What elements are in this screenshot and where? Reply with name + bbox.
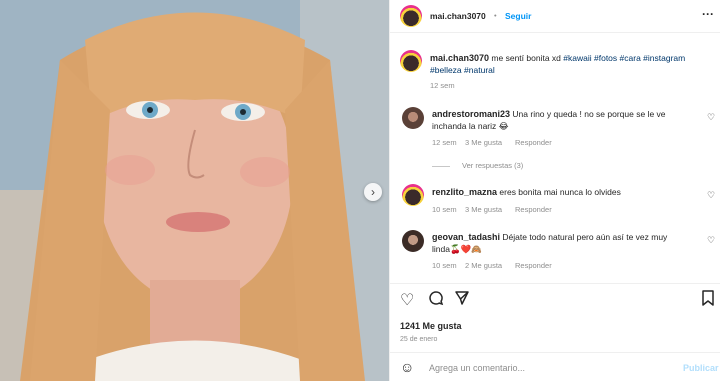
post-details-panel: mai.chan3070 • Seguir ··· mai.chan3070 m…	[389, 0, 720, 381]
comment-icon[interactable]	[428, 290, 444, 311]
caption-avatar[interactable]	[400, 50, 422, 72]
more-icon[interactable]: ···	[702, 8, 714, 20]
post-photo[interactable]: ›	[0, 0, 389, 381]
author-avatar[interactable]	[400, 5, 422, 27]
comment-time: 10 sem	[432, 261, 457, 270]
replies-divider	[432, 166, 450, 167]
comment-text: Déjate todo natural pero aún así te vez …	[502, 232, 668, 242]
bookmark-icon[interactable]	[701, 290, 715, 311]
composer-divider	[390, 352, 720, 353]
comment-likes[interactable]: 3 Me gusta	[465, 137, 502, 149]
comment-time: 10 sem	[432, 205, 457, 214]
hashtag[interactable]: #fotos	[594, 53, 617, 63]
hashtag[interactable]: #belleza	[430, 65, 462, 75]
comment-avatar[interactable]	[402, 107, 424, 129]
heart-icon[interactable]: ♡	[707, 235, 715, 246]
heart-icon[interactable]: ♡	[707, 190, 715, 201]
caption-line-1: mai.chan3070 me sentí bonita xd #kawaii …	[430, 52, 685, 64]
comment-likes[interactable]: 3 Me gusta	[465, 204, 502, 216]
hashtag[interactable]: #cara	[620, 53, 641, 63]
actions-divider	[390, 283, 720, 284]
hashtag[interactable]: #instagram	[643, 53, 685, 63]
comment-text-continued: linda🍒❤️🙈	[432, 244, 482, 254]
comment-line-1: geovan_tadashi Déjate todo natural pero …	[432, 231, 667, 243]
chevron-right-icon[interactable]: ›	[364, 183, 382, 201]
comment-likes[interactable]: 2 Me gusta	[465, 260, 502, 272]
comment-line-1: renzlito_mazna eres bonita mai nunca lo …	[432, 186, 621, 198]
comment-text: Una rino y queda ! no se porque se le ve	[512, 109, 666, 119]
comment-avatar[interactable]	[402, 184, 424, 206]
share-icon-glyph	[455, 291, 469, 305]
heart-icon[interactable]: ♡	[400, 290, 414, 310]
emoji-icon[interactable]: ☺	[400, 359, 414, 375]
portrait-illustration	[0, 0, 389, 381]
comment-text: eres bonita mai nunca lo olvides	[499, 187, 621, 197]
heart-icon[interactable]: ♡	[707, 112, 715, 123]
post-header: mai.chan3070 • Seguir ···	[390, 0, 720, 33]
caption-line-2: #belleza #natural	[430, 64, 495, 76]
reply-button[interactable]: Responder	[515, 137, 552, 149]
caption-text: me sentí bonita xd	[491, 53, 561, 63]
post-date: 25 de enero	[400, 336, 438, 343]
comment-time: 12 sem	[432, 138, 457, 147]
reply-button[interactable]: Responder	[515, 204, 552, 216]
publish-button[interactable]: Publicar	[683, 363, 719, 373]
caption-time: 12 sem	[430, 81, 455, 90]
author-username[interactable]: mai.chan3070	[430, 10, 486, 22]
reply-button[interactable]: Responder	[515, 260, 552, 272]
comment-username[interactable]: renzlito_mazna	[432, 187, 497, 197]
comment-line-1: andrestoromani23 Una rino y queda ! no s…	[432, 108, 666, 120]
share-icon[interactable]	[454, 290, 470, 311]
hashtag[interactable]: #kawaii	[563, 53, 591, 63]
likes-count[interactable]: 1241 Me gusta	[400, 320, 462, 332]
comment-text-continued: inchanda la nariz 😂	[432, 121, 509, 131]
comment-input[interactable]: Agrega un comentario...	[429, 363, 525, 373]
comment-username[interactable]: andrestoromani23	[432, 109, 510, 119]
follow-button[interactable]: Seguir	[505, 10, 531, 22]
caption-username[interactable]: mai.chan3070	[430, 53, 489, 63]
view-replies-button[interactable]: Ver respuestas (3)	[462, 160, 523, 172]
comment-avatar[interactable]	[402, 230, 424, 252]
comment-icon-glyph	[429, 291, 444, 306]
separator-dot: •	[494, 11, 497, 20]
hashtag[interactable]: #natural	[464, 65, 495, 75]
bookmark-icon-glyph	[702, 290, 714, 306]
comment-username[interactable]: geovan_tadashi	[432, 232, 500, 242]
